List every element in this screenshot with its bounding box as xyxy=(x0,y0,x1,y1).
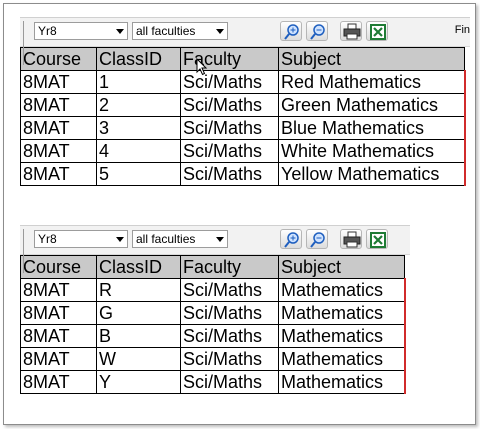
export-excel-button[interactable] xyxy=(366,21,388,41)
cell-classid[interactable]: W xyxy=(96,347,181,371)
cell-course[interactable]: 8MAT xyxy=(20,301,97,325)
cell-classid[interactable]: 1 xyxy=(96,70,181,94)
zoom-out-button[interactable] xyxy=(306,21,328,41)
zoom-out-button[interactable] xyxy=(306,229,328,249)
table-row[interactable]: 8MAT 5 Sci/Maths Yellow Mathematics xyxy=(20,162,466,186)
cell-classid[interactable]: 2 xyxy=(96,93,181,117)
cell-classid[interactable]: B xyxy=(96,324,181,348)
cell-faculty[interactable]: Sci/Maths xyxy=(180,116,279,140)
class-list-panel-lettered: Yr8 all faculties Course ClassID Faculty… xyxy=(20,225,410,394)
table-row[interactable]: 8MAT 3 Sci/Maths Blue Mathematics xyxy=(20,116,466,140)
cell-subject[interactable]: Mathematics xyxy=(278,301,406,325)
cell-course[interactable]: 8MAT xyxy=(20,370,97,394)
cell-course[interactable]: 8MAT xyxy=(20,139,97,163)
column-header-classid[interactable]: ClassID xyxy=(96,47,181,71)
cell-subject[interactable]: Red Mathematics xyxy=(278,70,466,94)
year-select[interactable]: Yr8 xyxy=(34,230,128,248)
mouse-pointer-icon xyxy=(196,58,208,76)
cell-classid[interactable]: R xyxy=(96,278,181,302)
cell-faculty[interactable]: Sci/Maths xyxy=(180,324,279,348)
cell-faculty[interactable]: Sci/Maths xyxy=(180,370,279,394)
toolbar-grip[interactable] xyxy=(23,229,28,273)
cell-faculty[interactable]: Sci/Maths xyxy=(180,278,279,302)
chevron-down-icon xyxy=(116,237,124,242)
cell-subject[interactable]: Mathematics xyxy=(278,278,406,302)
toolbar: Yr8 all faculties xyxy=(20,225,410,273)
cell-subject[interactable]: Mathematics xyxy=(278,370,406,394)
column-header-subject[interactable]: Subject xyxy=(278,47,465,71)
year-select-value: Yr8 xyxy=(38,24,57,38)
table-header-row: Course ClassID Faculty Subject xyxy=(20,255,405,279)
cell-subject[interactable]: Mathematics xyxy=(278,347,406,371)
column-header-course[interactable]: Course xyxy=(20,47,97,71)
printer-icon xyxy=(343,231,361,248)
zoom-out-icon xyxy=(310,232,325,248)
cell-subject[interactable]: Green Mathematics xyxy=(278,93,466,117)
cell-course[interactable]: 8MAT xyxy=(20,347,97,371)
cell-subject[interactable]: Mathematics xyxy=(278,324,406,348)
year-select-value: Yr8 xyxy=(38,232,57,246)
table-row[interactable]: 8MAT W Sci/Maths Mathematics xyxy=(20,347,406,371)
export-excel-button[interactable] xyxy=(366,229,388,249)
print-button[interactable] xyxy=(340,21,362,41)
table-row[interactable]: 8MAT Y Sci/Maths Mathematics xyxy=(20,370,406,394)
chevron-down-icon xyxy=(216,29,224,34)
excel-icon xyxy=(370,24,386,40)
toolbar: Yr8 all faculties xyxy=(20,17,470,65)
faculty-select[interactable]: all faculties xyxy=(132,230,228,248)
zoom-in-button[interactable] xyxy=(280,229,302,249)
cell-course[interactable]: 8MAT xyxy=(20,93,97,117)
cell-course[interactable]: 8MAT xyxy=(20,116,97,140)
cell-course[interactable]: 8MAT xyxy=(20,70,97,94)
faculty-select-value: all faculties xyxy=(136,24,196,38)
zoom-in-icon xyxy=(284,24,299,40)
faculty-select-value: all faculties xyxy=(136,232,196,246)
printer-icon xyxy=(343,23,361,40)
print-button[interactable] xyxy=(340,229,362,249)
chevron-down-icon xyxy=(216,237,224,242)
excel-icon xyxy=(370,232,386,248)
cell-faculty[interactable]: Sci/Maths xyxy=(180,93,279,117)
cell-course[interactable]: 8MAT xyxy=(20,324,97,348)
column-header-course[interactable]: Course xyxy=(20,255,97,279)
cell-classid[interactable]: 4 xyxy=(96,139,181,163)
table-header-row: Course ClassID Faculty Subject xyxy=(20,47,465,71)
zoom-in-icon xyxy=(284,232,299,248)
table-row[interactable]: 8MAT 1 Sci/Maths Red Mathematics xyxy=(20,70,466,94)
find-label: Fin xyxy=(454,24,470,36)
cell-faculty[interactable]: Sci/Maths xyxy=(180,162,279,186)
faculty-select[interactable]: all faculties xyxy=(132,22,228,40)
table-row[interactable]: 8MAT 4 Sci/Maths White Mathematics xyxy=(20,139,466,163)
year-select[interactable]: Yr8 xyxy=(34,22,128,40)
column-header-subject[interactable]: Subject xyxy=(278,255,405,279)
column-header-faculty[interactable]: Faculty xyxy=(180,255,279,279)
cell-classid[interactable]: G xyxy=(96,301,181,325)
table-row[interactable]: 8MAT 2 Sci/Maths Green Mathematics xyxy=(20,93,466,117)
cell-faculty[interactable]: Sci/Maths xyxy=(180,301,279,325)
cell-classid[interactable]: 5 xyxy=(96,162,181,186)
toolbar-grip[interactable] xyxy=(23,21,28,65)
zoom-out-icon xyxy=(310,24,325,40)
cell-classid[interactable]: 3 xyxy=(96,116,181,140)
cell-classid[interactable]: Y xyxy=(96,370,181,394)
table-row[interactable]: 8MAT G Sci/Maths Mathematics xyxy=(20,301,406,325)
table-row[interactable]: 8MAT B Sci/Maths Mathematics xyxy=(20,324,406,348)
zoom-in-button[interactable] xyxy=(280,21,302,41)
cell-subject[interactable]: Yellow Mathematics xyxy=(278,162,466,186)
cell-faculty[interactable]: Sci/Maths xyxy=(180,347,279,371)
chevron-down-icon xyxy=(116,29,124,34)
cell-course[interactable]: 8MAT xyxy=(20,162,97,186)
cell-subject[interactable]: White Mathematics xyxy=(278,139,466,163)
table-row[interactable]: 8MAT R Sci/Maths Mathematics xyxy=(20,278,406,302)
cell-course[interactable]: 8MAT xyxy=(20,278,97,302)
class-table: Course ClassID Faculty Subject 8MAT R Sc… xyxy=(20,255,406,394)
cell-subject[interactable]: Blue Mathematics xyxy=(278,116,466,140)
class-table: Course ClassID Faculty Subject 8MAT 1 Sc… xyxy=(20,47,466,186)
column-header-classid[interactable]: ClassID xyxy=(96,255,181,279)
cell-faculty[interactable]: Sci/Maths xyxy=(180,139,279,163)
class-list-panel-numbered: Yr8 all faculties Fin Course ClassID Fac… xyxy=(20,17,470,186)
